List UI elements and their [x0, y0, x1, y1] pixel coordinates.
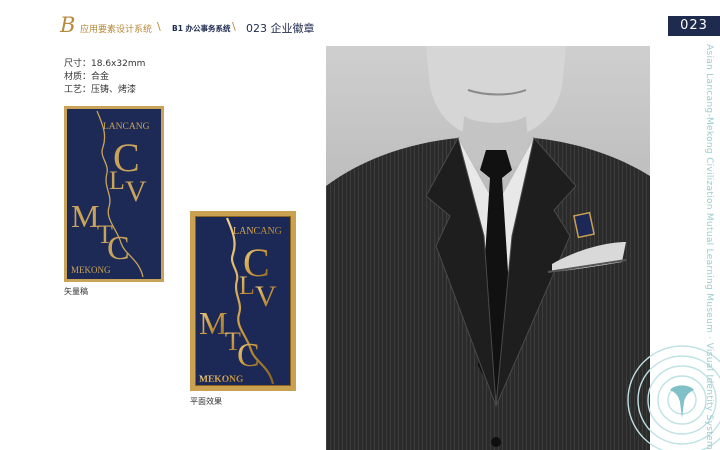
section-letter: B	[60, 13, 76, 37]
flat-caption: 平面效果	[190, 397, 222, 406]
spec-size: 尺寸：18.6x32mm	[64, 59, 146, 69]
vertical-museum-title: Asian Lancang-Mekong Civilization Mutual…	[704, 44, 714, 450]
badge-letter-c2: C	[107, 230, 130, 267]
badge-letter-m: M	[199, 305, 227, 341]
page-header: B 应用要素设计系统 \ B1 办公事务系统 \ 023 企业徽章 023	[0, 0, 720, 44]
suit-model-illustration	[326, 46, 650, 450]
badge-flat-effect: LANCANG C L V M T C MEKONG	[190, 211, 296, 391]
badge-letter-l: L	[239, 271, 255, 300]
badge-bottom-text: MEKONG	[71, 265, 111, 275]
spec-list: 尺寸：18.6x32mm 材质：合金 工艺：压铸、烤漆	[64, 58, 145, 97]
badge-top-text: LANCANG	[103, 122, 150, 132]
badge-bottom-text: MEKONG	[199, 375, 244, 385]
badge-letter-v: V	[125, 175, 147, 208]
vector-caption: 矢量稿	[64, 287, 88, 296]
badge-letter-c2: C	[237, 337, 260, 374]
header-separator: \	[232, 20, 236, 33]
spec-process: 工艺：压铸、烤漆	[64, 85, 137, 95]
header-separator: \	[157, 20, 161, 33]
badge-letter-m: M	[71, 198, 99, 234]
subsystem-title: B1 办公事务系统	[172, 24, 231, 33]
badge-vector-art: LANCANG C L V M T C MEKONG	[71, 110, 150, 278]
page-number-badge: 023	[668, 16, 720, 36]
badge-flat-art: LANCANG C L V M T C MEKONG	[199, 217, 282, 385]
system-title: 应用要素设计系统	[80, 25, 153, 35]
suit-model-photo	[326, 46, 650, 450]
badge-top-text: LANCANG	[233, 226, 282, 237]
page-title: 023 企业徽章	[246, 22, 315, 35]
badge-vector: LANCANG C L V M T C MEKONG	[64, 106, 164, 282]
badge-letter-v: V	[255, 280, 277, 313]
spec-material: 材质：合金	[64, 72, 110, 82]
badge-letter-l: L	[109, 166, 125, 195]
